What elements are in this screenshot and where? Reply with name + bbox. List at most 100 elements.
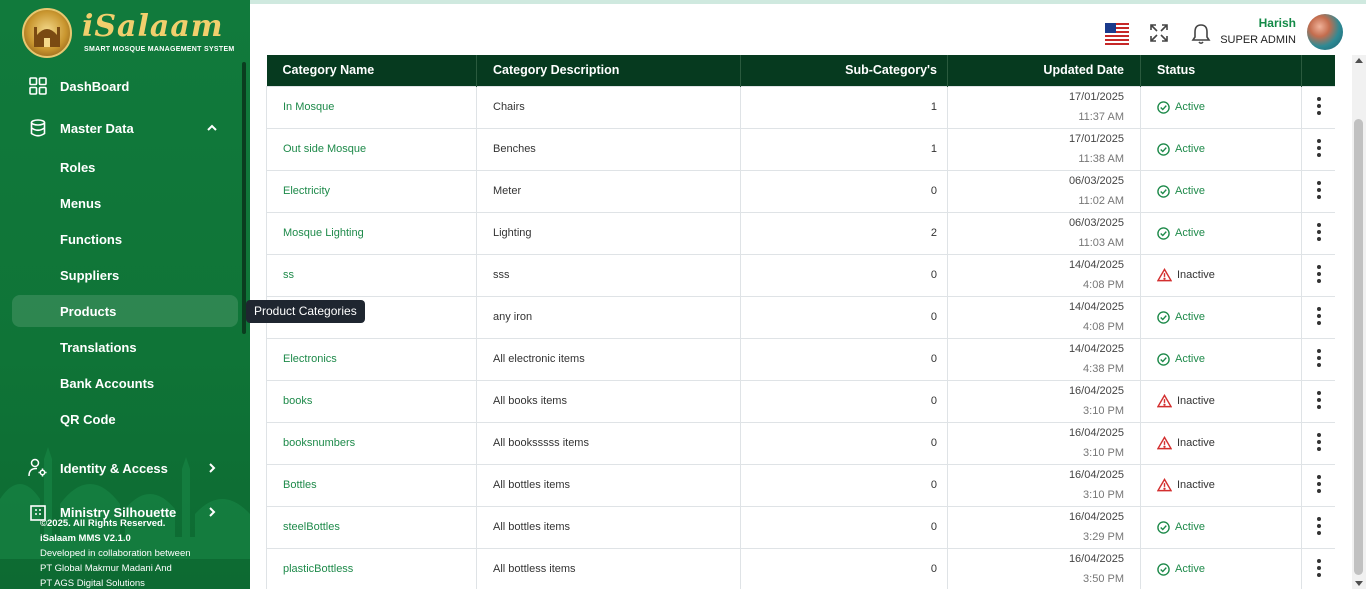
sidebar-subitem-products[interactable]: Products xyxy=(12,295,238,327)
updated-date-cell: 06/03/2025 11:02 AM xyxy=(947,169,1141,213)
check-circle-icon xyxy=(1157,100,1170,114)
col-sub-categories[interactable]: Sub-Category's xyxy=(740,55,948,86)
sidebar-item-master-data[interactable]: Master Data xyxy=(12,111,238,145)
more-vertical-icon[interactable] xyxy=(1316,264,1321,283)
category-description-cell: Lighting xyxy=(476,211,741,255)
more-vertical-icon[interactable] xyxy=(1316,96,1321,115)
category-name-cell[interactable]: Electricity xyxy=(266,169,477,213)
status-badge: Inactive xyxy=(1157,478,1285,492)
category-name-cell[interactable]: ss xyxy=(266,253,477,297)
sidebar-subitem-qr-code[interactable]: QR Code xyxy=(12,403,238,435)
row-actions-cell xyxy=(1301,169,1335,213)
table-row[interactable]: books All books items 0 16/04/2025 3:10 PM In… xyxy=(266,379,1335,423)
status-badge: Active xyxy=(1157,226,1285,240)
brand-logo[interactable]: iSalaam SMART MOSQUE MANAGEMENT SYSTEM xyxy=(22,8,234,58)
sidebar-item-label: DashBoard xyxy=(60,78,130,94)
updated-time: 3:50 PM xyxy=(1083,573,1124,585)
category-name-cell[interactable]: booksnumbers xyxy=(266,421,477,465)
sidebar-subitem-functions[interactable]: Functions xyxy=(12,223,238,255)
category-description-cell: Chairs xyxy=(476,85,741,129)
updated-time: 4:38 PM xyxy=(1083,363,1124,375)
table-row[interactable]: Electricity Meter 0 06/03/2025 11:02 AM Activ… xyxy=(266,169,1335,213)
more-vertical-icon[interactable] xyxy=(1316,138,1321,157)
sidebar-item-label: Master Data xyxy=(60,120,134,136)
table-row[interactable]: Bottles All bottles items 0 16/04/2025 3:10 … xyxy=(266,463,1335,507)
updated-date: 16/04/2025 xyxy=(1068,385,1124,397)
updated-date-cell: 16/04/2025 3:10 PM xyxy=(947,463,1141,507)
sidebar-item-dashboard[interactable]: DashBoard xyxy=(12,69,238,103)
updated-date-cell: 16/04/2025 3:10 PM xyxy=(947,421,1141,465)
table-row[interactable]: any iron 0 14/04/2025 4:08 PM Active xyxy=(266,295,1335,339)
col-category-name[interactable]: Category Name xyxy=(266,55,477,86)
updated-date: 16/04/2025 xyxy=(1068,427,1124,439)
updated-date: 06/03/2025 xyxy=(1068,175,1124,187)
more-vertical-icon[interactable] xyxy=(1316,558,1321,577)
table-row[interactable]: Mosque Lighting Lighting 2 06/03/2025 11:03 … xyxy=(266,211,1335,255)
sidebar-item-identity-access[interactable]: Identity & Access xyxy=(12,451,238,485)
avatar[interactable] xyxy=(1307,14,1343,50)
dashboard-icon xyxy=(28,76,48,96)
status-badge: Active xyxy=(1157,184,1285,198)
sidebar-subitem-suppliers[interactable]: Suppliers xyxy=(12,259,238,291)
footer-version: iSalaam MMS V2.1.0 xyxy=(40,533,131,544)
check-circle-icon xyxy=(1157,184,1170,198)
fullscreen-icon[interactable] xyxy=(1149,23,1169,43)
col-status[interactable]: Status xyxy=(1140,55,1302,86)
category-name-cell[interactable]: Electronics xyxy=(266,337,477,381)
category-name-cell[interactable]: Bottles xyxy=(266,463,477,507)
status-cell: Inactive xyxy=(1140,253,1302,297)
updated-time: 11:02 AM xyxy=(1078,195,1124,207)
col-updated-date[interactable]: Updated Date xyxy=(947,55,1141,86)
status-cell: Active xyxy=(1140,337,1302,381)
table-row[interactable]: In Mosque Chairs 1 17/01/2025 11:37 AM Active xyxy=(266,85,1335,129)
sidebar-subitem-menus[interactable]: Menus xyxy=(12,187,238,219)
top-header: Harish SUPER ADMIN xyxy=(250,0,1366,54)
sidebar-subitem-bank-accounts[interactable]: Bank Accounts xyxy=(12,367,238,399)
sidebar-scrollbar[interactable] xyxy=(242,62,246,334)
more-vertical-icon[interactable] xyxy=(1316,306,1321,325)
more-vertical-icon[interactable] xyxy=(1316,516,1321,535)
status-cell: Active xyxy=(1140,295,1302,339)
notification-bell-icon[interactable] xyxy=(1191,23,1211,45)
updated-time: 4:08 PM xyxy=(1083,279,1124,291)
table-row[interactable]: booksnumbers All booksssss items 0 16/04/20… xyxy=(266,421,1335,465)
category-name-cell[interactable]: books xyxy=(266,379,477,423)
category-name-cell[interactable]: steelBottles xyxy=(266,505,477,549)
scroll-up-arrow[interactable] xyxy=(1355,58,1363,63)
table-row[interactable]: plasticBottless All bottless items 0 16/04/… xyxy=(266,547,1335,589)
table-row[interactable]: ss sss 0 14/04/2025 4:08 PM Inactive xyxy=(266,253,1335,297)
more-vertical-icon[interactable] xyxy=(1316,474,1321,493)
more-vertical-icon[interactable] xyxy=(1316,432,1321,451)
row-actions-cell xyxy=(1301,253,1335,297)
category-name-cell[interactable]: Mosque Lighting xyxy=(266,211,477,255)
main-scrollbar[interactable] xyxy=(1352,55,1366,589)
table-row[interactable]: Out side Mosque Benches 1 17/01/2025 11:38 A… xyxy=(266,127,1335,171)
more-vertical-icon[interactable] xyxy=(1316,222,1321,241)
more-vertical-icon[interactable] xyxy=(1316,390,1321,409)
row-actions-cell xyxy=(1301,421,1335,465)
us-flag-icon[interactable] xyxy=(1105,23,1129,45)
sidebar-subitem-roles[interactable]: Roles xyxy=(12,151,238,183)
footer-org1: PT Global Makmur Madani And xyxy=(40,563,172,574)
check-circle-icon xyxy=(1157,226,1170,240)
category-name-cell[interactable]: In Mosque xyxy=(266,85,477,129)
row-actions-cell xyxy=(1301,127,1335,171)
scroll-down-arrow[interactable] xyxy=(1355,581,1363,586)
category-name-cell[interactable]: plasticBottless xyxy=(266,547,477,589)
categories-table: Category Name Category Description Sub-C… xyxy=(266,55,1335,589)
col-category-description[interactable]: Category Description xyxy=(476,55,741,86)
category-name-cell[interactable]: Out side Mosque xyxy=(266,127,477,171)
user-name[interactable]: Harish xyxy=(1259,16,1296,30)
more-vertical-icon[interactable] xyxy=(1316,348,1321,367)
row-actions-cell xyxy=(1301,85,1335,129)
row-actions-cell xyxy=(1301,547,1335,589)
check-circle-icon xyxy=(1157,562,1170,576)
table-row[interactable]: steelBottles All bottles items 0 16/04/2025… xyxy=(266,505,1335,549)
scrollbar-thumb[interactable] xyxy=(1354,119,1363,575)
status-label: Active xyxy=(1175,227,1205,239)
warning-triangle-icon xyxy=(1157,394,1172,408)
more-vertical-icon[interactable] xyxy=(1316,180,1321,199)
table-row[interactable]: Electronics All electronic items 0 14/04/20… xyxy=(266,337,1335,381)
tooltip-product-categories: Product Categories xyxy=(246,300,365,323)
sidebar-subitem-translations[interactable]: Translations xyxy=(12,331,238,363)
